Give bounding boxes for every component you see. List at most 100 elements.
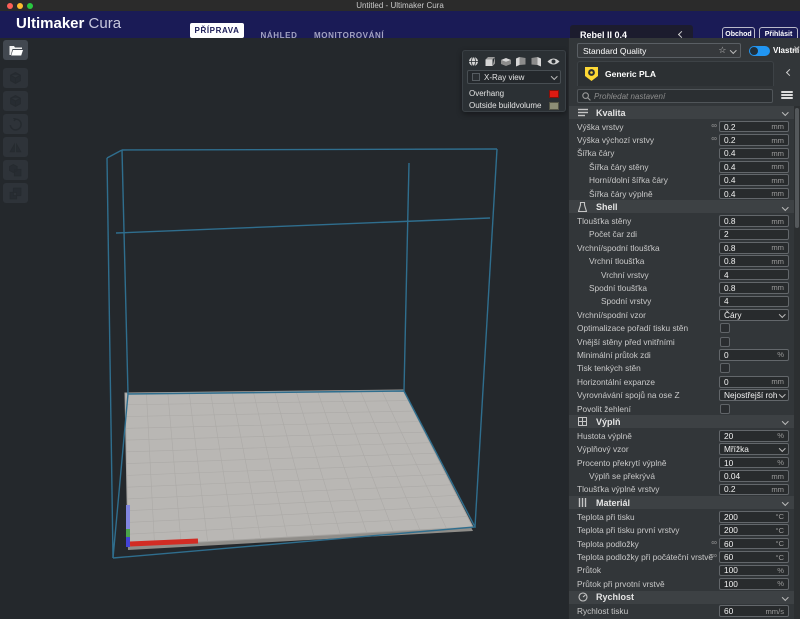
setting-input[interactable]: 200 °C	[719, 524, 789, 536]
setting-dropdown[interactable]: Mřížka	[719, 443, 789, 455]
close-panel-icon[interactable]: ✕	[793, 44, 800, 55]
setting-row: Výška výchozí vrstvy∞0.2mm	[569, 133, 795, 146]
support-blocker-button[interactable]	[3, 183, 28, 203]
setting-input[interactable]: 0.8mm	[719, 282, 789, 294]
setting-label: Hustota výplně	[577, 431, 719, 441]
setting-input[interactable]: 0.8 mm	[719, 242, 789, 254]
scale-tool-button[interactable]	[3, 91, 28, 111]
extruder-material-tab[interactable]: Generic PLA	[577, 61, 774, 86]
setting-row: Vrchní vrstvy4	[569, 268, 795, 281]
setting-value: 0.8	[724, 216, 736, 226]
setting-label: Tloušťka stěny	[577, 216, 719, 226]
open-file-button[interactable]	[3, 40, 28, 60]
app-logo: Ultimaker Cura	[16, 15, 121, 32]
eye-icon[interactable]	[547, 57, 560, 66]
setting-input[interactable]: 2	[719, 229, 789, 241]
tab-prepare[interactable]: PŘÍPRAVA	[190, 23, 244, 38]
setting-input[interactable]: 60mm/s	[719, 605, 789, 617]
setting-row: Spodní vrstvy4	[569, 295, 795, 308]
search-input[interactable]	[594, 92, 768, 101]
viewport-3d[interactable]: X-Ray view Overhang Outside buildvolume	[0, 38, 568, 619]
setting-unit: mm	[771, 176, 784, 185]
setting-row: Rychlost tisku60mm/s	[569, 605, 795, 618]
custom-mode-toggle[interactable]	[749, 46, 770, 56]
setting-input[interactable]: 100%	[719, 578, 789, 590]
section-header-material[interactable]: Materiál	[569, 496, 795, 509]
setting-input[interactable]: 0.4mm	[719, 161, 789, 173]
setting-input[interactable]: 0mm	[719, 376, 789, 388]
setting-label: Horizontální expanze	[577, 377, 719, 387]
setting-unit: mm	[771, 377, 784, 386]
scrollbar-thumb[interactable]	[795, 108, 799, 228]
setting-value: 0.8	[724, 243, 736, 253]
view-3d-icon[interactable]	[468, 56, 479, 67]
per-model-settings-button[interactable]	[3, 160, 28, 180]
setting-input[interactable]: 0.8mm	[719, 215, 789, 227]
setting-label: Teplota při tisku	[577, 512, 719, 522]
rotate-tool-button[interactable]	[3, 114, 28, 134]
view-left-icon[interactable]	[515, 56, 526, 67]
shell-icon	[577, 202, 588, 212]
move-tool-button[interactable]	[3, 68, 28, 88]
section-header-speed[interactable]: Rychlost	[569, 591, 795, 604]
view-top-icon[interactable]	[500, 56, 511, 67]
material-badge-icon	[584, 66, 599, 82]
setting-checkbox[interactable]	[720, 404, 730, 414]
setting-input[interactable]: 4	[719, 296, 789, 308]
view-options-panel: X-Ray view Overhang Outside buildvolume	[462, 50, 566, 112]
view-right-icon[interactable]	[531, 56, 542, 67]
settings-scrollbar[interactable]	[794, 106, 800, 619]
setting-checkbox[interactable]	[720, 363, 730, 373]
setting-unit: mm	[771, 122, 784, 131]
section-header-quality[interactable]: Kvalita	[569, 106, 795, 119]
setting-input[interactable]: 0.04mm	[719, 470, 789, 482]
camera-preset-row	[468, 54, 560, 68]
build-volume-scene	[0, 38, 568, 619]
setting-row: Tisk tenkých stěn	[569, 362, 795, 375]
view-front-icon[interactable]	[484, 56, 495, 67]
setting-input[interactable]: 0%	[719, 349, 789, 361]
setting-dropdown[interactable]: Nejostřejší roh	[719, 389, 789, 401]
setting-input[interactable]: 200°C	[719, 511, 789, 523]
setting-row: Výška vrstvy∞0.2mm	[569, 120, 795, 133]
setting-input[interactable]: 0.2mm	[719, 121, 789, 133]
setting-dropdown[interactable]: Čáry	[719, 309, 789, 321]
setting-unit: %	[777, 458, 784, 467]
setting-input[interactable]: 0.4mm	[719, 188, 789, 200]
setting-input[interactable]: 0.2mm	[719, 484, 789, 496]
setting-row: Teplota podložky při počáteční vrstvě∞60…	[569, 550, 795, 563]
section-header-shell[interactable]: Shell	[569, 200, 795, 213]
app-header: Ultimaker Cura PŘÍPRAVA NÁHLED MONITOROV…	[0, 11, 800, 38]
setting-value: 10	[724, 458, 733, 468]
collapse-extruder-icon[interactable]	[786, 69, 793, 76]
setting-value: 0.8	[724, 283, 736, 293]
chevron-down-icon	[782, 419, 788, 425]
setting-input[interactable]: 4	[719, 269, 789, 281]
section-header-infill[interactable]: Výplň	[569, 415, 795, 428]
setting-unit: mm	[771, 243, 784, 252]
setting-checkbox[interactable]	[720, 337, 730, 347]
setting-checkbox[interactable]	[720, 323, 730, 333]
setting-label: Vnější stěny před vnitřními	[577, 337, 720, 347]
setting-input[interactable]: 0.8mm	[719, 255, 789, 267]
setting-input[interactable]: 60°C	[719, 538, 789, 550]
x-axis-indicator	[130, 541, 198, 544]
setting-label: Optimalizace pořadí tisku stěn	[577, 323, 720, 333]
setting-input[interactable]: 0.2mm	[719, 134, 789, 146]
profile-dropdown[interactable]: Standard Quality ☆	[577, 43, 741, 58]
setting-input[interactable]: 10%	[719, 457, 789, 469]
settings-menu-icon[interactable]	[781, 90, 793, 101]
setting-input[interactable]: 0.4mm	[719, 174, 789, 186]
titlebar: Untitled - Ultimaker Cura	[0, 0, 800, 11]
setting-input[interactable]: 100%	[719, 565, 789, 577]
view-mode-dropdown[interactable]: X-Ray view	[467, 70, 561, 84]
setting-label: Výška výchozí vrstvy	[577, 135, 719, 145]
setting-value: 200	[724, 525, 738, 535]
mirror-tool-button[interactable]	[3, 137, 28, 157]
setting-input[interactable]: 60°C	[719, 551, 789, 563]
setting-input[interactable]: 20%	[719, 430, 789, 442]
setting-unit: °C	[775, 526, 784, 535]
setting-label: Teplota podložky	[577, 539, 719, 549]
setting-input[interactable]: 0.4mm	[719, 148, 789, 160]
setting-value: 20	[724, 431, 733, 441]
